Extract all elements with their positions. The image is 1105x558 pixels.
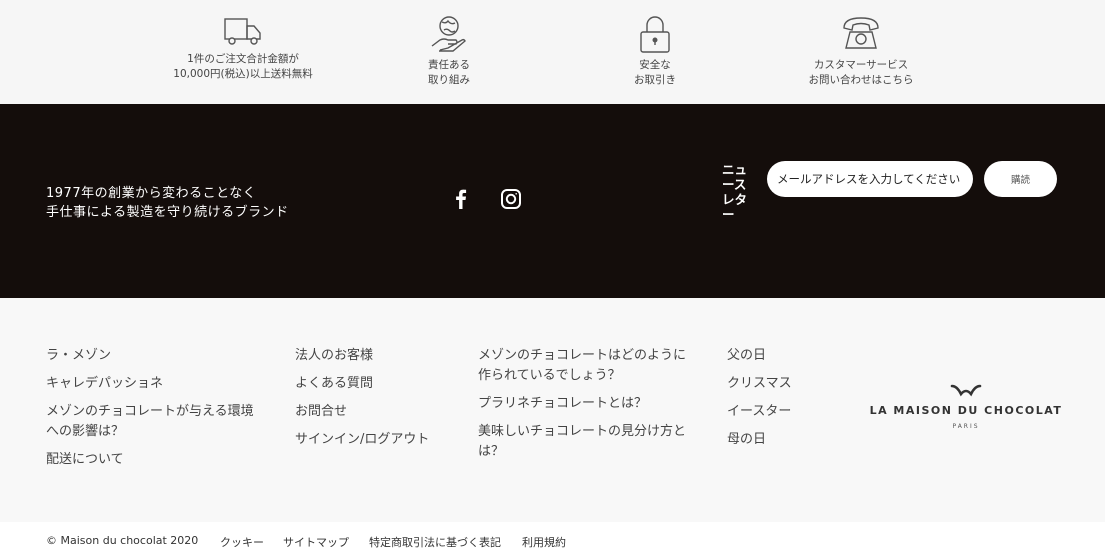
telephone-icon xyxy=(843,17,879,49)
footer-link[interactable]: 父の日 xyxy=(727,346,837,366)
footer-link[interactable]: ラ・メゾン xyxy=(46,346,256,366)
footer-link[interactable]: イースター xyxy=(727,402,837,422)
footer-link[interactable]: クリスマス xyxy=(727,374,837,394)
footer-column-4: 父の日 クリスマス イースター 母の日 xyxy=(727,346,837,458)
newsletter-label: ニュースレター xyxy=(722,162,748,222)
features-band: 1件のご注文合計金額が 10,000円(税込)以上送料無料 責任ある 取り組み … xyxy=(0,0,1105,104)
feature-text-2: お取引き xyxy=(634,74,676,86)
email-input[interactable] xyxy=(767,161,973,197)
copyright-text: © Maison du chocolat 2020 xyxy=(46,534,199,547)
footer-link[interactable]: 配送について xyxy=(46,450,256,470)
footer-link[interactable]: メゾンのチョコレートが与える環境への影響は？ xyxy=(46,402,256,442)
tagline-line-2: 手仕事による製造を守り続けるブランド xyxy=(46,205,289,220)
footer-link[interactable]: プラリネチョコレートとは？ xyxy=(478,394,688,414)
footer-link[interactable]: サインイン/ログアウト xyxy=(295,430,455,450)
bottom-link-cookie[interactable]: クッキー xyxy=(220,534,264,550)
facebook-link[interactable] xyxy=(451,188,471,214)
footer-link[interactable]: メゾンのチョコレートはどのように作られているでしょう？ xyxy=(478,346,688,386)
feature-text-2: 10,000円(税込)以上送料無料 xyxy=(173,68,313,80)
logo-city: PARIS xyxy=(952,423,980,430)
feature-text-1: 1件のご注文合計金額が xyxy=(187,53,299,65)
footer-column-1: ラ・メゾン キャレデパッショネ メゾンのチョコレートが与える環境への影響は？ 配… xyxy=(46,346,256,478)
bottom-bar: © Maison du chocolat 2020 クッキー サイトマップ 特定… xyxy=(0,522,1105,558)
feature-responsibility[interactable]: 責任ある 取り組み xyxy=(349,14,549,88)
globe-hand-icon xyxy=(431,16,466,52)
padlock-icon xyxy=(640,16,670,53)
brand-logo[interactable]: LA MAISON DU CHOCOLAT PARIS xyxy=(866,382,1066,430)
footer-link[interactable]: 母の日 xyxy=(727,430,837,450)
footer-link[interactable]: キャレデパッショネ xyxy=(46,374,256,394)
bottom-link-sitemap[interactable]: サイトマップ xyxy=(283,534,349,550)
instagram-link[interactable] xyxy=(500,188,522,214)
footer-column-3: メゾンのチョコレートはどのように作られているでしょう？ プラリネチョコレートとは… xyxy=(478,346,688,470)
feature-shipping[interactable]: 1件のご注文合計金額が 10,000円(税込)以上送料無料 xyxy=(143,14,343,82)
footer-links: ラ・メゾン キャレデパッショネ メゾンのチョコレートが与える環境への影響は？ 配… xyxy=(0,298,1105,522)
tagline-line-1: 1977年の創業から変わることなく xyxy=(46,186,257,201)
footer-column-2: 法人のお客様 よくある質問 お問合せ サインイン/ログアウト xyxy=(295,346,455,458)
facebook-icon xyxy=(456,189,467,209)
bottom-link-terms[interactable]: 利用規約 xyxy=(522,534,566,550)
feature-text-2: お問い合わせはこちら xyxy=(808,74,914,86)
footer-link[interactable]: よくある質問 xyxy=(295,374,455,394)
feature-text-1: 安全な xyxy=(639,59,671,71)
feature-text-2: 取り組み xyxy=(428,74,470,86)
brand-band: 1977年の創業から変わることなく 手仕事による製造を守り続けるブランド ニュー… xyxy=(0,104,1105,298)
subscribe-button[interactable]: 購読 xyxy=(984,161,1057,197)
brand-tagline: 1977年の創業から変わることなく 手仕事による製造を守り続けるブランド xyxy=(46,184,289,222)
feature-text-1: 責任ある xyxy=(428,59,470,71)
footer-link[interactable]: 美味しいチョコレートの見分け方とは？ xyxy=(478,422,688,462)
feature-secure[interactable]: 安全な お取引き xyxy=(555,14,755,88)
feature-customer-service[interactable]: カスタマーサービス お問い合わせはこちら xyxy=(761,14,961,88)
bottom-link-legal[interactable]: 特定商取引法に基づく表記 xyxy=(369,534,501,550)
logo-mark-icon xyxy=(950,384,982,397)
logo-name: LA MAISON DU CHOCOLAT xyxy=(869,404,1063,417)
footer-link[interactable]: 法人のお客様 xyxy=(295,346,455,366)
instagram-icon xyxy=(501,189,521,209)
footer-link[interactable]: お問合せ xyxy=(295,402,455,422)
truck-icon xyxy=(224,18,261,45)
feature-text-1: カスタマーサービス xyxy=(813,59,909,71)
